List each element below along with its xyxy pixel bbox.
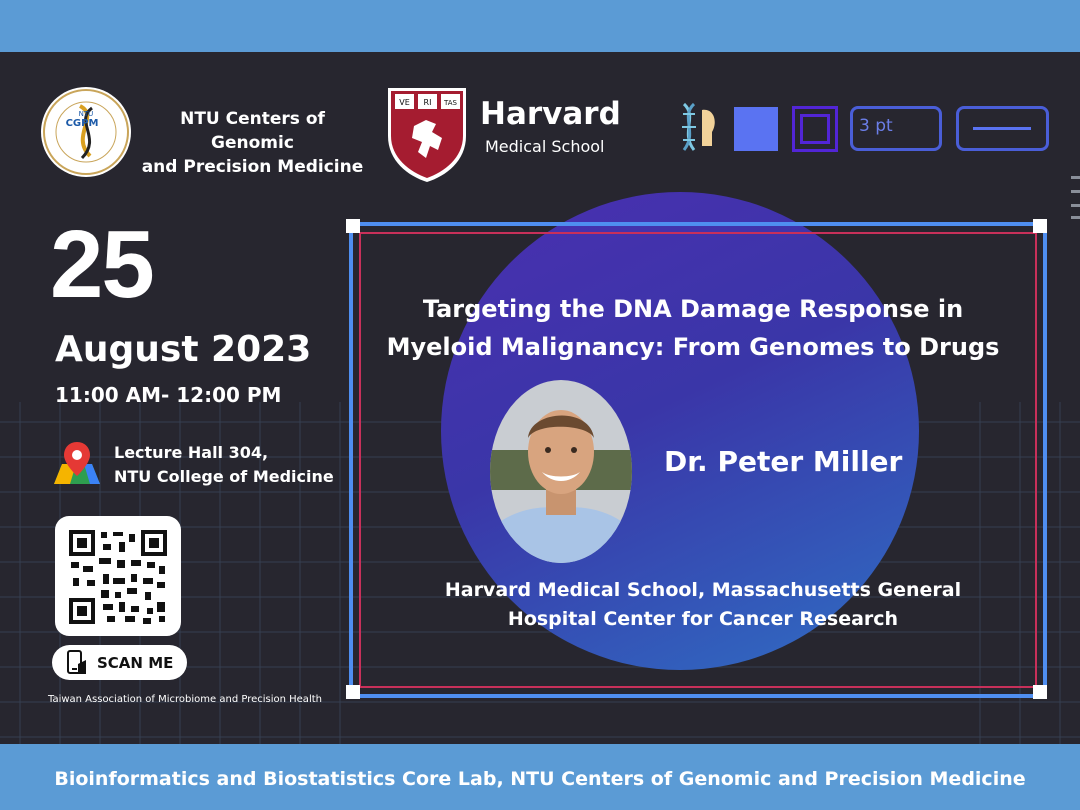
frame-handle-bottom-left[interactable] (346, 685, 360, 699)
shield-book-3: TAS (443, 99, 458, 107)
event-time: 11:00 AM- 12:00 PM (55, 383, 282, 407)
filled-square-icon[interactable] (734, 107, 778, 151)
dna-icon[interactable] (678, 102, 720, 152)
ntu-cgpm-logo: NTU CGPM (41, 87, 131, 177)
talk-title-line1: Targeting the DNA Damage Response in (422, 295, 964, 323)
map-pin-icon (54, 442, 100, 484)
point-size-label: 3 pt (859, 116, 893, 136)
side-decoration (1071, 176, 1080, 219)
talk-title: Targeting the DNA Damage Response in Mye… (380, 290, 1006, 366)
harvard-title: Harvard (480, 96, 621, 132)
speaker-affiliation: Harvard Medical School, Massachusetts Ge… (420, 576, 986, 634)
frame-handle-top-right[interactable] (1033, 219, 1047, 233)
event-month-year: August 2023 (55, 329, 312, 370)
venue-line2: NTU College of Medicine (114, 467, 334, 486)
ntu-logo-small: NTU (79, 110, 94, 118)
organizer-name: Taiwan Association of Microbiome and Pre… (48, 694, 322, 705)
ntu-name-line2: and Precision Medicine (141, 157, 364, 177)
qr-code[interactable] (69, 530, 167, 624)
outline-square-inner (800, 114, 830, 144)
harvard-shield-logo: VE RI TAS (388, 88, 466, 182)
ntu-name-line1: NTU Centers of Genomic (180, 109, 325, 153)
venue-line1: Lecture Hall 304, (114, 443, 269, 462)
ntu-center-name: NTU Centers of Genomic and Precision Med… (140, 107, 365, 179)
ntu-logo-text: CGPM (66, 118, 99, 129)
frame-handle-bottom-right[interactable] (1033, 685, 1047, 699)
event-venue: Lecture Hall 304, NTU College of Medicin… (114, 441, 334, 489)
footer-text: Bioinformatics and Biostatistics Core La… (54, 768, 1026, 790)
frame-handle-top-left[interactable] (346, 219, 360, 233)
top-bar (0, 0, 1080, 52)
shield-book-2: RI (424, 98, 432, 107)
affiliation-line2: Hospital Center for Cancer Research (507, 608, 899, 630)
shield-book-1: VE (399, 98, 410, 107)
speaker-photo (490, 380, 632, 563)
affiliation-line1: Harvard Medical School, Massachusetts Ge… (444, 579, 962, 601)
phone-icon (67, 650, 86, 674)
talk-title-line2: Myeloid Malignancy: From Genomes to Drug… (386, 333, 1000, 361)
event-day: 25 (50, 211, 155, 318)
scan-me-label: SCAN ME (97, 654, 174, 672)
line-weight-icon (973, 127, 1031, 130)
speaker-name: Dr. Peter Miller (664, 445, 903, 478)
harvard-subtitle: Medical School (485, 137, 605, 156)
